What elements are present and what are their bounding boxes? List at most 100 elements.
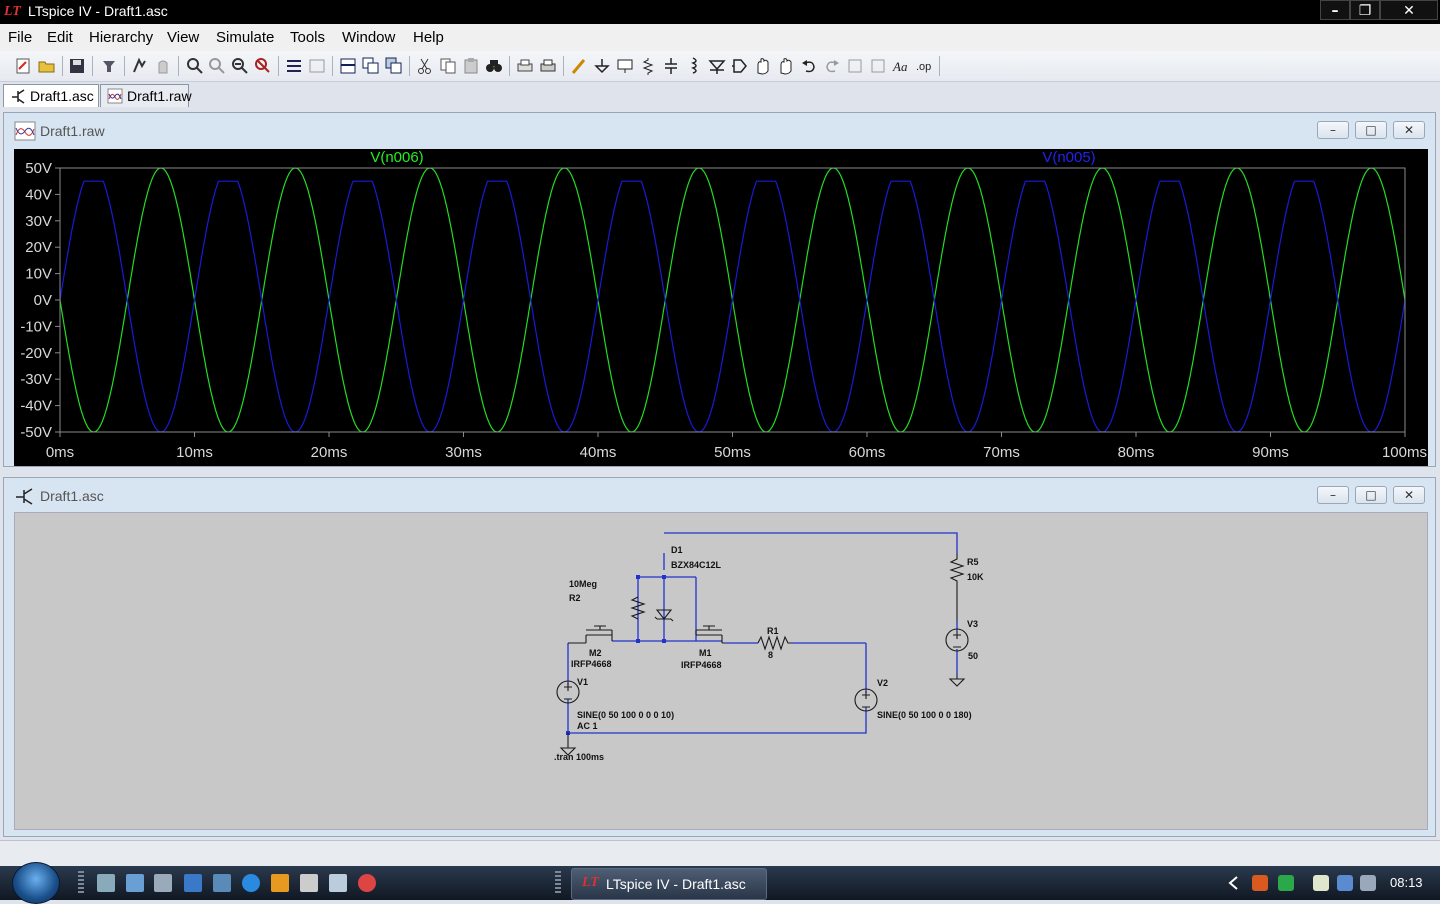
taskbar-item-ltspice[interactable]: LT LTspice IV - Draft1.asc bbox=[571, 868, 767, 900]
menu-view[interactable]: View bbox=[167, 29, 199, 46]
maximize-button[interactable]: □ bbox=[1355, 486, 1387, 504]
update-icon[interactable] bbox=[1278, 875, 1294, 891]
close-all-icon[interactable] bbox=[362, 57, 380, 75]
close-button[interactable]: ✕ bbox=[1393, 121, 1425, 139]
rotate-icon[interactable] bbox=[846, 57, 864, 75]
zoom-full-icon[interactable] bbox=[208, 57, 226, 75]
menu-simulate[interactable]: Simulate bbox=[216, 29, 274, 46]
copy-icon[interactable] bbox=[439, 57, 457, 75]
x-tick-label: 0ms bbox=[46, 444, 74, 461]
paste-icon[interactable] bbox=[462, 57, 480, 75]
show-desktop-icon[interactable] bbox=[97, 874, 115, 892]
cascade-icon[interactable] bbox=[339, 57, 357, 75]
ltspice-logo-icon: LT bbox=[582, 875, 599, 890]
trace-label-v-n005[interactable]: V(n005) bbox=[1042, 149, 1095, 166]
menu-tools[interactable]: Tools bbox=[290, 29, 325, 46]
find-icon[interactable] bbox=[485, 57, 503, 75]
start-button[interactable] bbox=[12, 862, 60, 904]
volume-icon[interactable] bbox=[1360, 875, 1376, 891]
save-icon[interactable] bbox=[68, 57, 86, 75]
y-tick-label: 10V bbox=[25, 266, 52, 283]
media-player-icon[interactable] bbox=[271, 874, 289, 892]
minimize-button[interactable]: – bbox=[1317, 486, 1349, 504]
explorer-icon[interactable] bbox=[126, 874, 144, 892]
close-button[interactable]: ✕ bbox=[1380, 0, 1438, 20]
tab-draft1-raw[interactable]: Draft1.raw bbox=[100, 84, 192, 107]
mosfet-m2-symbol[interactable] bbox=[568, 625, 613, 644]
power-icon[interactable] bbox=[1313, 875, 1329, 891]
wires[interactable] bbox=[567, 532, 958, 734]
waveform-plot[interactable]: 50V 40V 30V 20V 10V 0V -10V -20V -30V -40V -50V 0m… bbox=[14, 149, 1428, 466]
label-net-icon[interactable] bbox=[616, 57, 634, 75]
schematic-canvas[interactable]: D1 BZX84C12L 10Meg R2 M2 IRFP4668 M1 IRF… bbox=[14, 512, 1428, 830]
control-panel-icon[interactable] bbox=[100, 57, 118, 75]
taskbar-grip[interactable] bbox=[78, 871, 84, 895]
ground-icon[interactable] bbox=[593, 57, 611, 75]
diode-icon[interactable] bbox=[708, 57, 726, 75]
tile-vertical-icon[interactable] bbox=[308, 57, 326, 75]
print-setup-icon[interactable] bbox=[516, 57, 534, 75]
network-icon[interactable] bbox=[1337, 875, 1353, 891]
new-schematic-icon[interactable] bbox=[14, 57, 32, 75]
text-icon[interactable]: Aa bbox=[892, 57, 910, 75]
minimize-button[interactable]: – bbox=[1320, 0, 1350, 20]
label-r5-value: 10K bbox=[967, 572, 984, 582]
tile-horizontal-icon[interactable] bbox=[285, 57, 303, 75]
mirror-icon[interactable] bbox=[869, 57, 887, 75]
documents-icon[interactable] bbox=[154, 874, 172, 892]
menu-help[interactable]: Help bbox=[413, 29, 444, 46]
ground-symbol[interactable] bbox=[948, 675, 966, 687]
waveform-chart: 50V 40V 30V 20V 10V 0V -10V -20V -30V -40V -50V 0m… bbox=[20, 149, 1427, 461]
maximize-button[interactable]: □ bbox=[1355, 121, 1387, 139]
tab-draft1-asc[interactable]: Draft1.asc bbox=[3, 84, 99, 107]
menu-hierarchy[interactable]: Hierarchy bbox=[89, 29, 153, 46]
computer-icon[interactable] bbox=[213, 874, 231, 892]
minimize-button[interactable]: – bbox=[1317, 121, 1349, 139]
zoom-in-icon[interactable] bbox=[186, 57, 204, 75]
antivirus-icon[interactable] bbox=[1252, 875, 1268, 891]
clock[interactable]: 08:13 bbox=[1390, 875, 1423, 890]
inductor-icon[interactable] bbox=[685, 57, 703, 75]
menu-file[interactable]: File bbox=[8, 29, 32, 46]
autoscale-icon[interactable] bbox=[254, 57, 272, 75]
x-tick-label: 50ms bbox=[714, 444, 751, 461]
internet-explorer-icon[interactable] bbox=[242, 874, 260, 892]
snipping-tool-icon[interactable] bbox=[358, 874, 376, 892]
app-icon[interactable] bbox=[329, 874, 347, 892]
menu-edit[interactable]: Edit bbox=[47, 29, 73, 46]
draw-wire-icon[interactable] bbox=[570, 57, 588, 75]
redo-icon[interactable] bbox=[823, 57, 841, 75]
resistor-r5-symbol[interactable] bbox=[949, 553, 965, 621]
taskbar-grip[interactable] bbox=[555, 871, 561, 895]
open-icon[interactable] bbox=[38, 57, 56, 75]
svg-text:.op: .op bbox=[916, 61, 931, 73]
schematic-icon bbox=[12, 89, 25, 104]
split-icon[interactable] bbox=[385, 57, 403, 75]
resistor-r1-symbol[interactable] bbox=[757, 635, 792, 651]
close-button[interactable]: ✕ bbox=[1393, 486, 1425, 504]
trace-v-n005[interactable] bbox=[59, 180, 1406, 433]
menu-window[interactable]: Window bbox=[342, 29, 395, 46]
spice-directive-tran[interactable]: .tran 100ms bbox=[554, 752, 604, 762]
undo-icon[interactable] bbox=[800, 57, 818, 75]
spice-directive-icon[interactable]: .op bbox=[915, 57, 933, 75]
print-icon[interactable] bbox=[539, 57, 557, 75]
zoom-out-icon[interactable] bbox=[231, 57, 249, 75]
notepad-icon[interactable] bbox=[300, 874, 318, 892]
cut-icon[interactable] bbox=[416, 57, 434, 75]
drag-icon[interactable] bbox=[777, 57, 795, 75]
halt-icon[interactable] bbox=[154, 57, 172, 75]
title-bar: LT LTspice IV - Draft1.asc – ❐ ✕ bbox=[0, 0, 1440, 24]
component-icon[interactable] bbox=[731, 57, 749, 75]
x-tick-label: 60ms bbox=[849, 444, 886, 461]
resistor-icon[interactable] bbox=[639, 57, 657, 75]
move-icon[interactable] bbox=[754, 57, 772, 75]
show-hidden-icons-icon[interactable] bbox=[1227, 875, 1241, 891]
restore-button[interactable]: ❐ bbox=[1350, 0, 1380, 20]
voltage-source-v3-symbol[interactable] bbox=[945, 628, 969, 652]
label-v1-ac: AC 1 bbox=[577, 721, 598, 731]
capacitor-icon[interactable] bbox=[662, 57, 680, 75]
trace-label-v-n006[interactable]: V(n006) bbox=[370, 149, 423, 166]
run-icon[interactable] bbox=[130, 57, 148, 75]
desktop-icon[interactable] bbox=[184, 874, 202, 892]
